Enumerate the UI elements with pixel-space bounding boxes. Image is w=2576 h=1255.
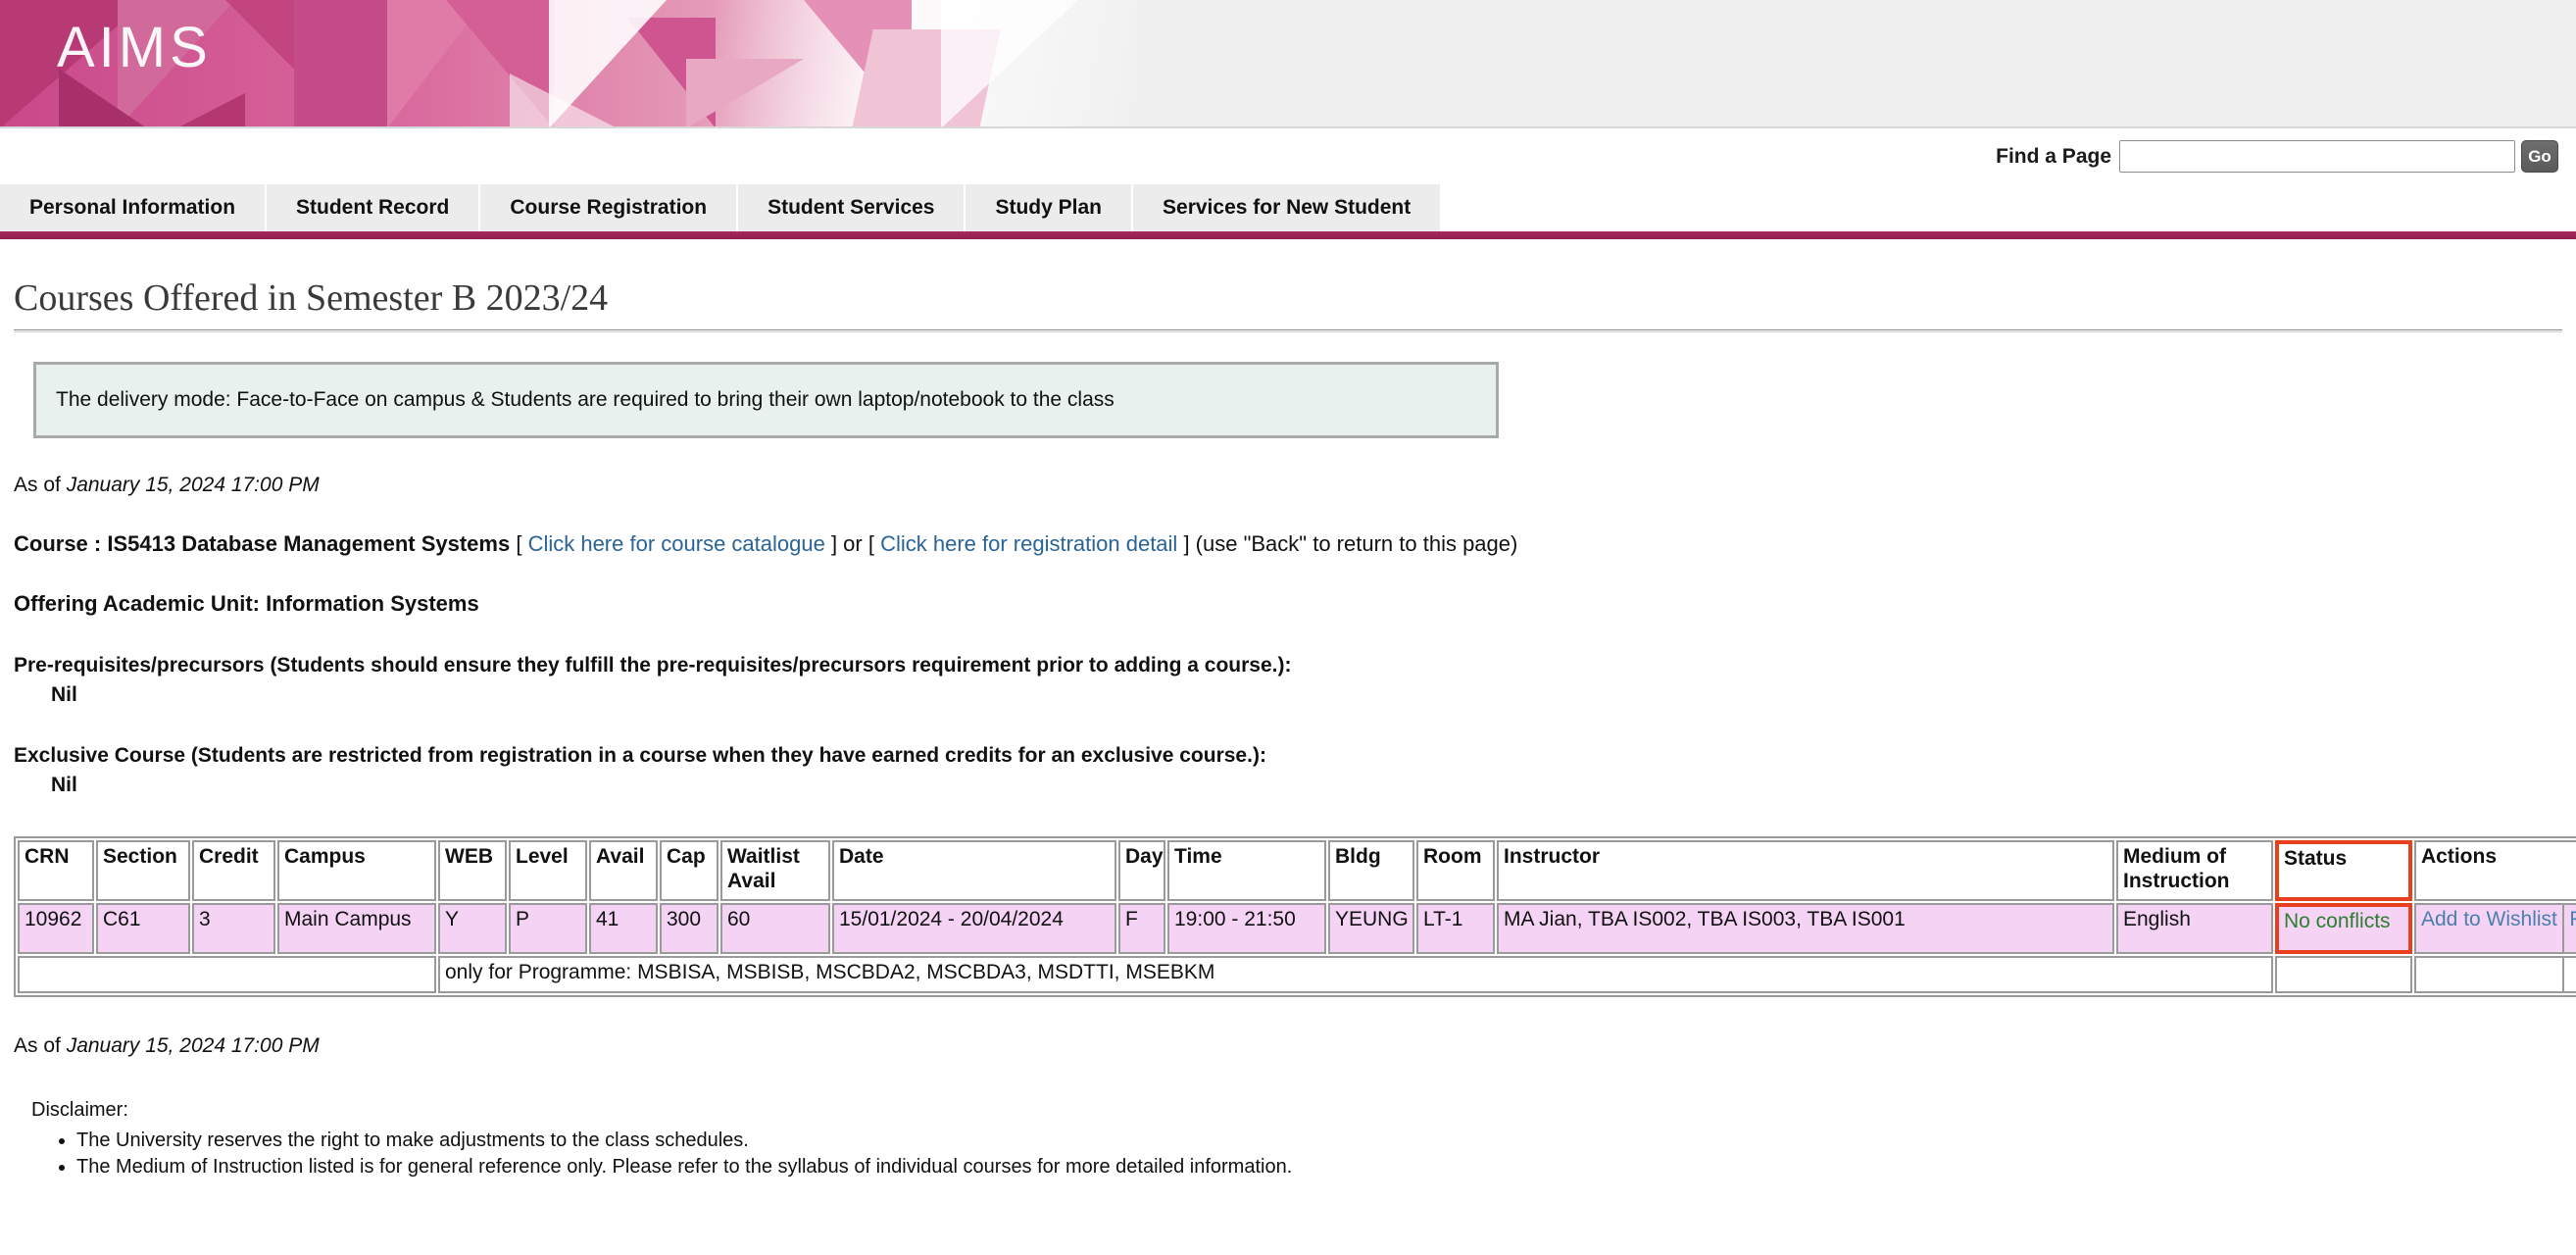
cell-time: 19:00 - 21:50 [1167, 903, 1326, 954]
prerequisites-block: Pre-requisites/precursors (Students shou… [14, 654, 2562, 707]
table-header-row: CRN Section Credit Campus WEB Level Avai… [18, 840, 2576, 901]
course-offerings-table: CRN Section Credit Campus WEB Level Avai… [14, 836, 2576, 997]
col-header-cap: Cap [660, 840, 718, 901]
nav-underline [0, 231, 2576, 239]
footer-as-of-timestamp: As of January 15, 2024 17:00 PM [14, 1034, 2562, 1058]
nav-item-course-registration[interactable]: Course Registration [480, 184, 739, 231]
delivery-mode-notice: The delivery mode: Face-to-Face on campu… [33, 362, 1499, 438]
cell-web: Y [438, 903, 507, 954]
course-catalogue-link[interactable]: Click here for course catalogue [528, 531, 825, 556]
as-of-date: January 15, 2024 17:00 PM [66, 474, 320, 496]
go-button[interactable]: Go [2521, 140, 2558, 173]
cell-avail: 41 [589, 903, 658, 954]
col-header-avail: Avail [589, 840, 658, 901]
col-header-level: Level [509, 840, 587, 901]
cell-programme-spacer [18, 956, 436, 993]
prerequisites-heading: Pre-requisites/precursors (Students shou… [14, 654, 1292, 677]
bracket-or: ] or [ [824, 531, 881, 556]
offering-academic-unit: Offering Academic Unit: Information Syst… [14, 591, 479, 616]
registration-detail-link[interactable]: Click here for registration detail [880, 531, 1177, 556]
col-header-bldg: Bldg [1328, 840, 1414, 901]
cell-status: No conflicts [2275, 903, 2412, 954]
col-header-instructor: Instructor [1497, 840, 2114, 901]
col-header-status: Status [2275, 840, 2412, 901]
cell-instructor: MA Jian, TBA IS002, TBA IS003, TBA IS001 [1497, 903, 2114, 954]
nav-item-personal-information[interactable]: Personal Information [0, 184, 268, 231]
site-banner: AIMS [0, 0, 2576, 128]
main-navigation: Personal Information Student Record Cour… [0, 184, 2576, 231]
cell-campus: Main Campus [277, 903, 436, 954]
exclusive-course-value: Nil [51, 774, 77, 796]
col-header-campus: Campus [277, 840, 436, 901]
cell-programme-status-blank [2275, 956, 2412, 993]
search-input[interactable] [2119, 140, 2515, 173]
nav-item-study-plan[interactable]: Study Plan [966, 184, 1134, 231]
aims-logo: AIMS [57, 16, 212, 79]
bracket-open: [ [510, 531, 528, 556]
find-a-page-bar: Find a Page Go [0, 128, 2576, 184]
table-programme-row: only for Programme: MSBISA, MSBISB, MSCB… [18, 956, 2576, 993]
list-item: The University reserves the right to mak… [76, 1130, 2562, 1152]
col-header-waitlist-avail: Waitlist Avail [720, 840, 830, 901]
col-header-medium-of-instruction: Medium of Instruction [2116, 840, 2273, 901]
cell-programme-actions-blank [2414, 956, 2576, 993]
title-divider [14, 329, 2562, 332]
course-title-line: Course : IS5413 Database Management Syst… [14, 531, 2562, 557]
cell-room: LT-1 [1416, 903, 1495, 954]
col-header-time: Time [1167, 840, 1326, 901]
col-header-web: WEB [438, 840, 507, 901]
nav-filler [1442, 184, 2576, 231]
cell-level: P [509, 903, 587, 954]
status-badge: No conflicts [2284, 910, 2391, 932]
page-title: Courses Offered in Semester B 2023/24 [14, 277, 609, 319]
list-item: The Medium of Instruction listed is for … [76, 1156, 2562, 1179]
prerequisites-value: Nil [51, 683, 77, 706]
col-header-day: Day [1118, 840, 1165, 901]
cell-bldg: YEUNG [1328, 903, 1414, 954]
nav-item-student-record[interactable]: Student Record [267, 184, 481, 231]
as-of-prefix: As of [14, 474, 67, 496]
page-content: Courses Offered in Semester B 2023/24 Th… [0, 276, 2576, 1179]
course-table-wrapper: CRN Section Credit Campus WEB Level Avai… [14, 836, 2576, 997]
disclaimer-list: The University reserves the right to mak… [31, 1130, 2562, 1179]
cell-credit: 3 [192, 903, 275, 954]
nav-item-student-services[interactable]: Student Services [738, 184, 966, 231]
as-of-timestamp: As of January 15, 2024 17:00 PM [14, 474, 2562, 497]
col-header-actions: Actions [2414, 840, 2576, 901]
table-row: 10962 C61 3 Main Campus Y P 41 300 60 15… [18, 903, 2576, 954]
exclusive-course-block: Exclusive Course (Students are restricte… [14, 744, 2562, 797]
cell-programme-note: only for Programme: MSBISA, MSBISB, MSCB… [438, 956, 2273, 993]
find-a-page-label: Find a Page [1996, 144, 2111, 168]
nav-item-services-for-new-student[interactable]: Services for New Student [1133, 184, 1443, 231]
cell-waitlist-avail: 60 [720, 903, 830, 954]
cell-actions: Add to Wishlist Preview [2414, 903, 2576, 954]
cell-medium-of-instruction: English [2116, 903, 2273, 954]
course-label: Course : IS5413 Database Management Syst… [14, 531, 511, 556]
bracket-suffix: ] (use "Back" to return to this page) [1177, 531, 1518, 556]
col-header-date: Date [832, 840, 1116, 901]
add-to-wishlist-link[interactable]: Add to Wishlist [2421, 908, 2557, 930]
disclaimer-title: Disclaimer: [31, 1099, 128, 1121]
exclusive-course-heading: Exclusive Course (Students are restricte… [14, 744, 1266, 767]
col-header-room: Room [1416, 840, 1495, 901]
disclaimer-block: Disclaimer: The University reserves the … [31, 1099, 2562, 1179]
col-header-credit: Credit [192, 840, 275, 901]
cell-date: 15/01/2024 - 20/04/2024 [832, 903, 1116, 954]
footer-as-of-prefix: As of [14, 1034, 67, 1057]
cell-cap: 300 [660, 903, 718, 954]
footer-as-of-date: January 15, 2024 17:00 PM [66, 1034, 320, 1057]
cell-section: C61 [96, 903, 190, 954]
preview-link[interactable]: Preview [2569, 908, 2576, 930]
cell-crn: 10962 [18, 903, 94, 954]
col-header-crn: CRN [18, 840, 94, 901]
col-header-section: Section [96, 840, 190, 901]
cell-day: F [1118, 903, 1165, 954]
